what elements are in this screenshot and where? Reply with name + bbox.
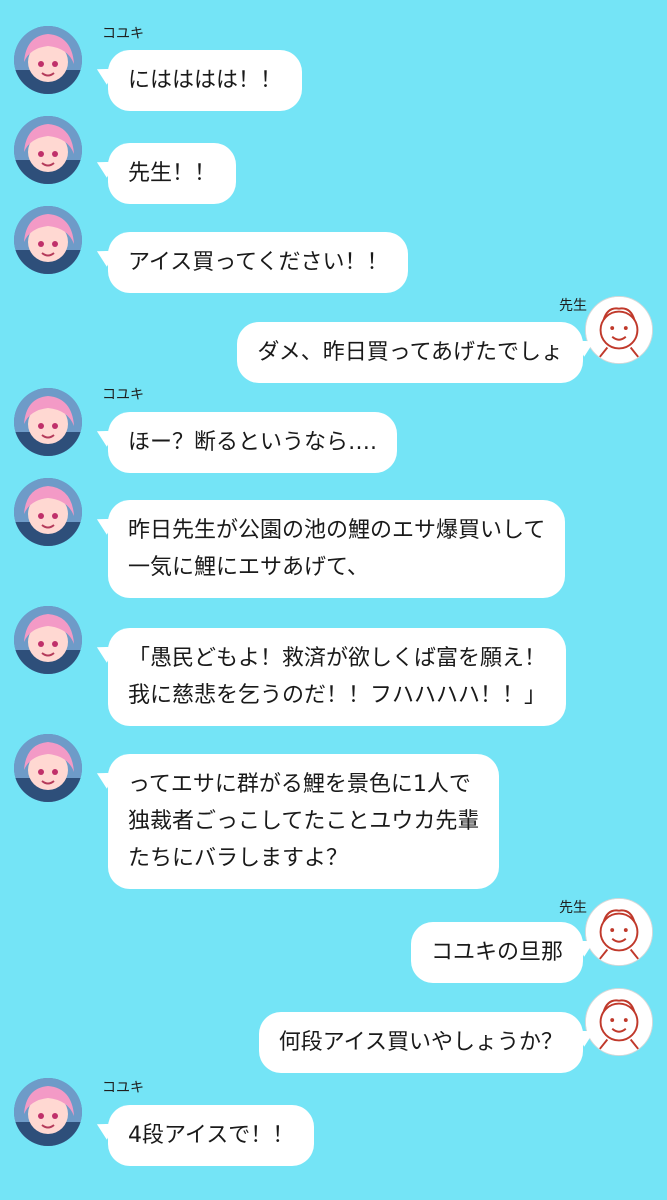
sensei-avatar-icon[interactable] (585, 296, 653, 364)
message-text: 4段アイスで！！ (128, 1123, 295, 1148)
message-text: ダメ、昨日買ってあげたでしょ (257, 340, 563, 365)
sensei-avatar-icon[interactable] (585, 898, 653, 966)
koyuki-avatar-icon[interactable] (14, 388, 82, 456)
message-bubble[interactable]: 何段アイス買いやしょうか？ (258, 1012, 583, 1073)
message-text: たちにバラしますよ？ (128, 846, 349, 871)
message-bubble[interactable]: ほー？断るというなら…. (108, 412, 397, 473)
sender-name: コユキ (102, 1080, 144, 1096)
message-bubble[interactable]: アイス買ってください！！ (108, 232, 409, 293)
koyuki-avatar-icon[interactable] (14, 734, 82, 802)
sender-name: 先生 (559, 900, 587, 916)
sensei-avatar-icon[interactable] (585, 988, 653, 1056)
message-bubble[interactable]: 先生！！ (108, 143, 237, 204)
message-text: アイス買ってください！！ (128, 250, 389, 275)
sender-name: 先生 (559, 298, 587, 314)
message-text: 昨日先生が公園の池の鯉のエサ爆買いして (128, 518, 546, 543)
message-bubble[interactable]: 4段アイスで！！ (108, 1105, 315, 1166)
koyuki-avatar-icon[interactable] (14, 1078, 82, 1146)
message-bubble[interactable]: 昨日先生が公園の池の鯉のエサ爆買いして 一気に鯉にエサあげて、 (108, 500, 566, 598)
message-text: 何段アイス買いやしょうか？ (278, 1030, 563, 1055)
message-bubble[interactable]: コユキの旦那 (410, 922, 583, 983)
message-bubble[interactable]: 「愚民どもよ！救済が欲しくば富を願え！ 我に慈悲を乞うのだ！！フハハハハ！！」 (108, 628, 567, 726)
message-text: 我に慈悲を乞うのだ！！フハハハハ！！」 (128, 683, 547, 708)
message-text: ほー？断るというなら…. (128, 430, 377, 455)
sender-name: コユキ (102, 387, 144, 403)
message-text: 先生！！ (128, 161, 217, 186)
message-bubble[interactable]: ってエサに群がる鯉を景色に1人で 独裁者ごっこしてたことユウカ先輩 たちにバラし… (108, 754, 500, 889)
message-bubble[interactable]: ダメ、昨日買ってあげたでしょ (237, 322, 583, 383)
message-text: にはははは！！ (128, 68, 283, 93)
koyuki-avatar-icon[interactable] (14, 116, 82, 184)
koyuki-avatar-icon[interactable] (14, 478, 82, 546)
message-text: 「愚民どもよ！救済が欲しくば富を願え！ (128, 646, 547, 671)
message-text: 独裁者ごっこしてたことユウカ先輩 (128, 809, 480, 834)
koyuki-avatar-icon[interactable] (14, 26, 82, 94)
message-bubble[interactable]: にはははは！！ (108, 50, 303, 111)
message-text: コユキの旦那 (430, 940, 563, 965)
koyuki-avatar-icon[interactable] (14, 206, 82, 274)
sender-name: コユキ (102, 26, 144, 42)
message-text: 一気に鯉にエサあげて、 (128, 555, 369, 580)
koyuki-avatar-icon[interactable] (14, 606, 82, 674)
message-text: ってエサに群がる鯉を景色に1人で (128, 772, 471, 797)
